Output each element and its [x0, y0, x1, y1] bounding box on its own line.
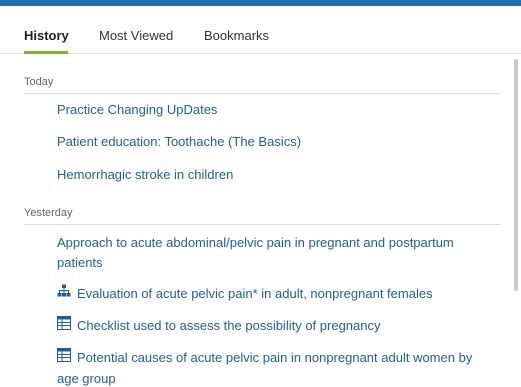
- history-list: Today Practice Changing UpDates Patient …: [0, 55, 521, 387]
- tab-bar: History Most Viewed Bookmarks: [0, 6, 521, 54]
- table-icon: [57, 315, 71, 336]
- tab-bookmarks[interactable]: Bookmarks: [204, 6, 269, 54]
- history-item[interactable]: Evaluation of acute pelvic pain* in adul…: [57, 284, 497, 305]
- history-item[interactable]: Potential causes of acute pelvic pain in…: [57, 347, 497, 387]
- history-item-label: Evaluation of acute pelvic pain* in adul…: [77, 286, 433, 301]
- section-header-yesterday: Yesterday: [24, 207, 73, 219]
- history-item-label: Practice Changing UpDates: [57, 102, 218, 117]
- section-header-today: Today: [24, 76, 54, 88]
- history-item-label: Patient education: Toothache (The Basics…: [57, 134, 302, 149]
- history-item-label: Checklist used to assess the possibility…: [77, 318, 381, 333]
- section-divider: [24, 224, 501, 225]
- history-item-label: Potential causes of acute pelvic pain in…: [57, 350, 473, 386]
- scrollbar-thumb[interactable]: [514, 59, 518, 291]
- tab-history[interactable]: History: [24, 6, 69, 54]
- table-icon: [57, 347, 71, 368]
- history-item[interactable]: Patient education: Toothache (The Basics…: [57, 132, 497, 152]
- history-item[interactable]: Hemorrhagic stroke in children: [57, 165, 497, 185]
- history-item-label: Hemorrhagic stroke in children: [57, 167, 234, 182]
- history-item[interactable]: Approach to acute abdominal/pelvic pain …: [57, 233, 497, 273]
- history-item-label: Approach to acute abdominal/pelvic pain …: [57, 235, 454, 270]
- history-item[interactable]: Practice Changing UpDates: [57, 100, 497, 120]
- algorithm-icon: [57, 284, 71, 304]
- active-tab-indicator: [24, 51, 68, 54]
- history-item[interactable]: Checklist used to assess the possibility…: [57, 315, 497, 337]
- section-divider: [24, 93, 501, 94]
- tab-most-viewed[interactable]: Most Viewed: [99, 6, 173, 54]
